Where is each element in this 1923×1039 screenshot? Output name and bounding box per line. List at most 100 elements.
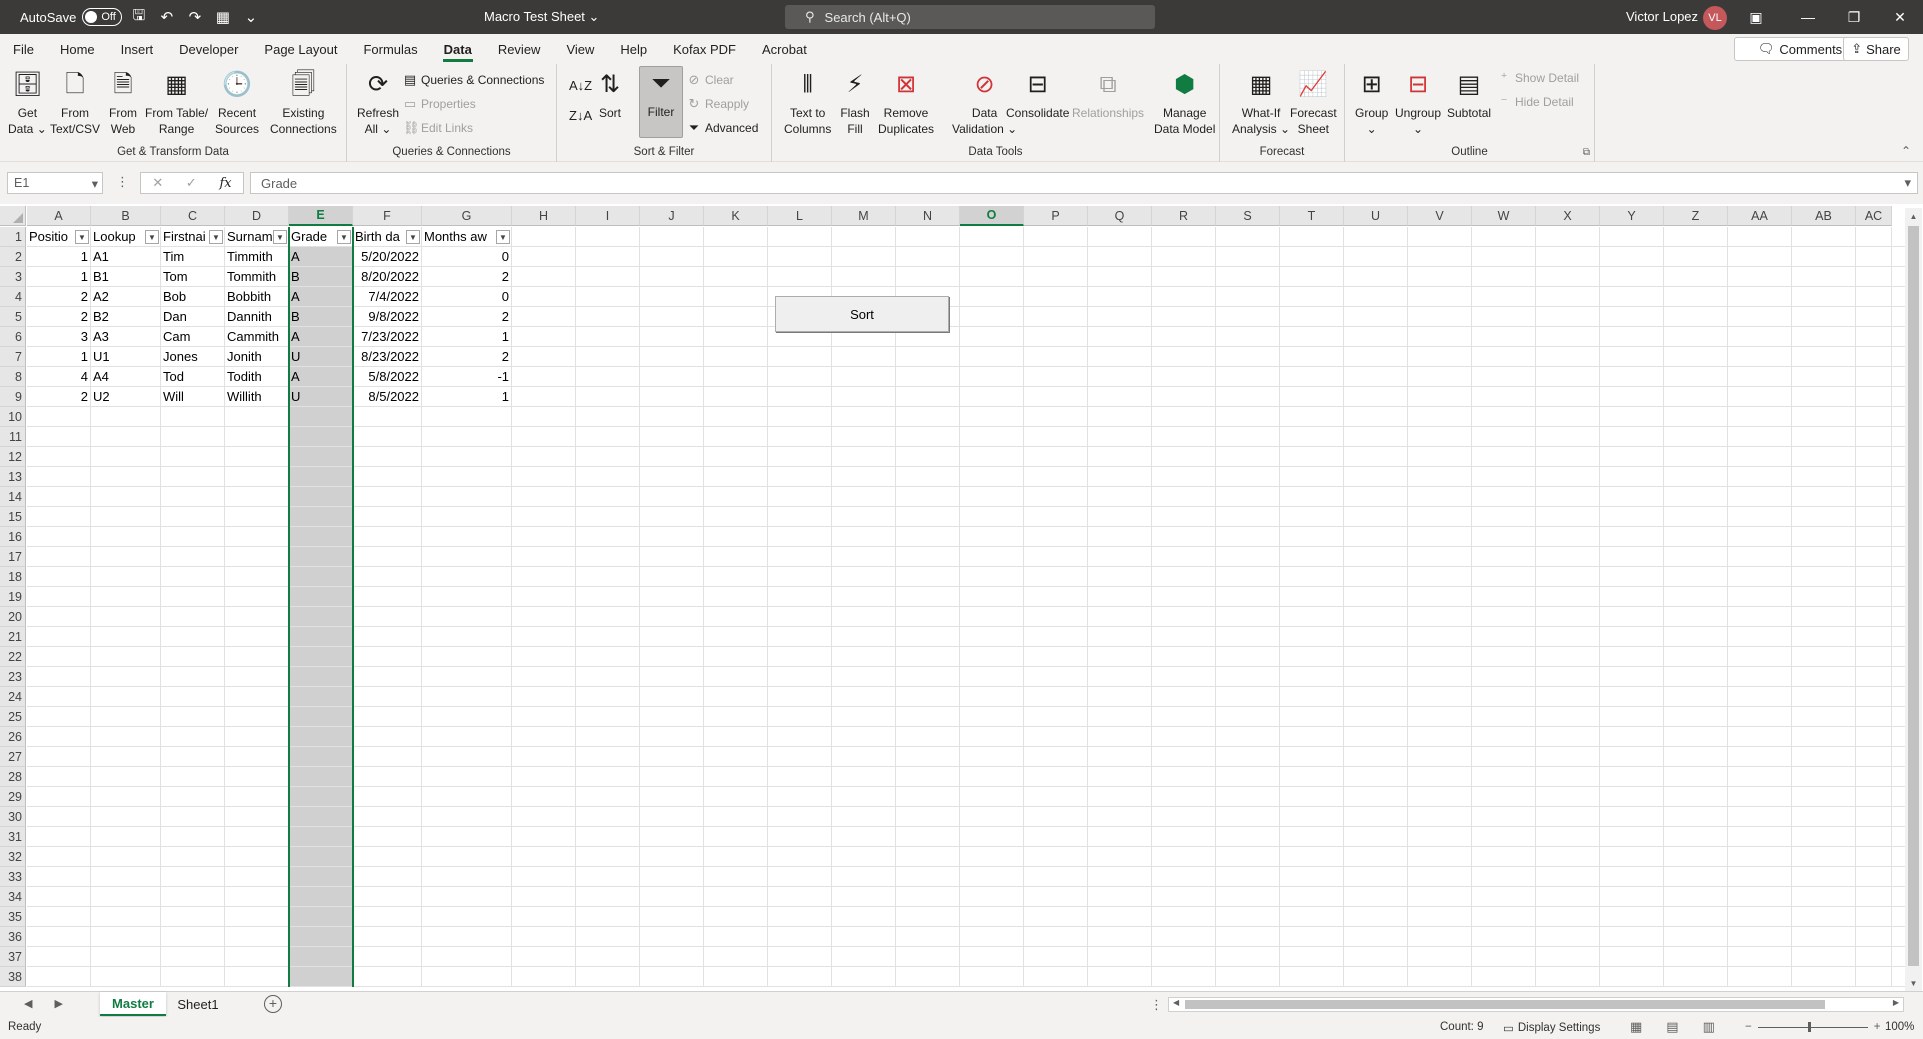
relationships-button[interactable]: ⧉ Relationships <box>1072 68 1144 121</box>
table-header-cell[interactable]: Lookup <box>91 227 145 247</box>
column-header-i[interactable]: I <box>576 206 640 226</box>
row-header[interactable]: 35 <box>0 907 26 927</box>
table-cell[interactable]: Will <box>161 387 224 407</box>
scroll-up-icon[interactable]: ▲ <box>1905 208 1922 224</box>
column-header-a[interactable]: A <box>27 206 91 226</box>
row-header[interactable]: 5 <box>0 307 26 327</box>
collapse-ribbon-icon[interactable]: ⌃ <box>1901 144 1911 158</box>
table-cell[interactable]: Jonith <box>225 347 288 367</box>
column-header-g[interactable]: G <box>422 206 512 226</box>
tab-acrobat[interactable]: Acrobat <box>749 34 820 64</box>
avatar[interactable]: VL <box>1703 6 1727 30</box>
form-icon[interactable]: ▦ <box>212 6 234 28</box>
table-cell[interactable]: Cam <box>161 327 224 347</box>
table-cell[interactable]: Cammith <box>225 327 288 347</box>
table-cell[interactable]: 8/20/2022 <box>353 267 421 287</box>
table-cell[interactable]: Timmith <box>225 247 288 267</box>
select-all-corner[interactable] <box>0 206 26 226</box>
table-cell[interactable]: Willith <box>225 387 288 407</box>
row-header[interactable]: 14 <box>0 487 26 507</box>
row-header[interactable]: 6 <box>0 327 26 347</box>
zoom-level[interactable]: 100% <box>1885 1021 1914 1033</box>
table-cell[interactable]: A2 <box>91 287 160 307</box>
row-header[interactable]: 26 <box>0 727 26 747</box>
tab-insert[interactable]: Insert <box>108 34 167 64</box>
table-cell[interactable]: U1 <box>91 347 160 367</box>
zoom-in-icon[interactable]: + <box>1874 1021 1881 1033</box>
row-header[interactable]: 15 <box>0 507 26 527</box>
table-cell[interactable]: B2 <box>91 307 160 327</box>
document-title[interactable]: Macro Test Sheet ⌄ <box>484 9 599 25</box>
table-cell[interactable]: 2 <box>422 307 511 327</box>
enter-icon[interactable]: ✓ <box>186 175 197 191</box>
from-text-csv-button[interactable]: 🗋 From Text/CSV <box>50 68 100 137</box>
row-header[interactable]: 19 <box>0 587 26 607</box>
column-header-d[interactable]: D <box>225 206 289 226</box>
existing-connections-button[interactable]: 🗐 Existing Connections <box>270 68 337 137</box>
row-header[interactable]: 38 <box>0 967 26 987</box>
table-cell[interactable]: Bobbith <box>225 287 288 307</box>
row-header[interactable]: 12 <box>0 447 26 467</box>
refresh-all-button[interactable]: ⟳ Refresh All ⌄ <box>357 68 399 137</box>
table-header-cell[interactable]: Birth da <box>353 227 406 247</box>
tab-home[interactable]: Home <box>47 34 108 64</box>
row-header[interactable]: 2 <box>0 247 26 267</box>
ungroup-button[interactable]: ⊟ Ungroup ⌄ <box>1395 68 1441 137</box>
column-header-c[interactable]: C <box>161 206 225 226</box>
row-header[interactable]: 8 <box>0 367 26 387</box>
column-header-p[interactable]: P <box>1024 206 1088 226</box>
get-data-button[interactable]: 🗄 Get Data ⌄ <box>8 68 47 137</box>
row-header[interactable]: 16 <box>0 527 26 547</box>
tab-split-handle[interactable]: ⋮ <box>1150 997 1163 1013</box>
table-cell[interactable]: Dan <box>161 307 224 327</box>
sort-button[interactable]: ⇅ Sort <box>595 68 625 121</box>
sort-ascending-button[interactable]: A↓Z <box>569 78 592 93</box>
minimize-icon[interactable]: — <box>1785 0 1831 34</box>
row-header[interactable]: 11 <box>0 427 26 447</box>
row-header[interactable]: 21 <box>0 627 26 647</box>
user-name[interactable]: Victor Lopez <box>1626 9 1698 24</box>
table-cell[interactable]: Tom <box>161 267 224 287</box>
table-cell[interactable]: Jones <box>161 347 224 367</box>
scroll-thumb[interactable] <box>1908 226 1919 966</box>
restore-icon[interactable]: ❐ <box>1831 0 1877 34</box>
table-cell[interactable]: A <box>289 247 352 267</box>
filter-dropdown-icon[interactable]: ▼ <box>145 230 159 244</box>
close-icon[interactable]: ✕ <box>1877 0 1923 34</box>
row-header[interactable]: 25 <box>0 707 26 727</box>
cancel-icon[interactable]: ✕ <box>152 175 163 191</box>
scroll-left-icon[interactable]: ◀ <box>1173 998 1179 1007</box>
row-header[interactable]: 9 <box>0 387 26 407</box>
vertical-scrollbar[interactable]: ▲ ▼ <box>1905 208 1922 991</box>
table-cell[interactable]: 2 <box>422 267 511 287</box>
tab-review[interactable]: Review <box>485 34 554 64</box>
tab-formulas[interactable]: Formulas <box>350 34 430 64</box>
column-header-j[interactable]: J <box>640 206 704 226</box>
table-header-cell[interactable]: Positio <box>27 227 75 247</box>
column-header-s[interactable]: S <box>1216 206 1280 226</box>
search-box[interactable]: ⚲ Search (Alt+Q) <box>785 5 1155 29</box>
hide-detail-button[interactable]: ⁻ Hide Detail <box>1497 94 1574 110</box>
row-header[interactable]: 24 <box>0 687 26 707</box>
tab-view[interactable]: View <box>553 34 607 64</box>
worksheet-grid[interactable]: A B C D E F G H I J K L M N O P Q R S T U V W X Y Z AA AB AC 1 2 3 4 5 6 7 8… <box>0 204 1923 991</box>
column-header-m[interactable]: M <box>832 206 896 226</box>
row-header[interactable]: 13 <box>0 467 26 487</box>
table-header-cell[interactable]: Months aw <box>422 227 496 247</box>
horizontal-scrollbar[interactable]: ◀ ▶ <box>1168 997 1904 1012</box>
macro-sort-button[interactable]: Sort <box>775 296 949 332</box>
table-cell[interactable]: 0 <box>422 287 511 307</box>
table-cell[interactable]: 0 <box>422 247 511 267</box>
row-header[interactable]: 10 <box>0 407 26 427</box>
filter-dropdown-icon[interactable]: ▼ <box>209 230 223 244</box>
table-cell[interactable]: B <box>289 307 352 327</box>
table-cell[interactable]: 2 <box>422 347 511 367</box>
undo-icon[interactable]: ↶ <box>156 6 178 28</box>
table-cell[interactable]: A <box>289 287 352 307</box>
scroll-right-icon[interactable]: ▶ <box>1893 998 1899 1007</box>
table-cell[interactable]: 2 <box>27 307 90 327</box>
table-header-cell[interactable]: Grade <box>289 227 337 247</box>
flash-fill-button[interactable]: ⚡ Flash Fill <box>840 68 870 137</box>
filter-dropdown-icon[interactable]: ▼ <box>496 230 510 244</box>
subtotal-button[interactable]: ▤ Subtotal <box>1447 68 1491 121</box>
